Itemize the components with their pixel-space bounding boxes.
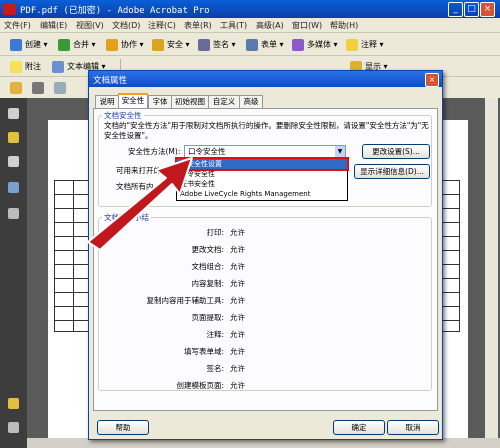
folder-icon [10, 81, 22, 94]
menu-bar: 文件(F) 编辑(E) 视图(V) 文档(D) 注释(C) 表单(R) 工具(T… [0, 18, 500, 33]
tab-initial-view[interactable]: 初始视图 [171, 95, 209, 108]
dialog-title-bar: 文档属性 × [89, 71, 442, 87]
option-livecycle-rights[interactable]: Adobe LiveCycle Rights Management [177, 189, 347, 199]
restriction-value: 允许 [230, 347, 245, 356]
toolbar-tasks: 创建 ▾ 合并 ▾ 协作 ▾ 安全 ▾ 签名 ▾ 表单 ▾ 多媒体 ▾ 注释 ▾ [0, 33, 500, 56]
menu-view[interactable]: 视图(V) [76, 20, 104, 31]
option-certificate-security[interactable]: 证书安全性 [177, 179, 347, 189]
chevron-down-icon: ▼ [335, 146, 345, 157]
combine-icon [58, 38, 70, 51]
open-button[interactable] [10, 80, 25, 95]
acrobat-app-icon [3, 3, 16, 15]
menu-edit[interactable]: 编辑(E) [40, 20, 67, 31]
window-title: PDF.pdf (已加密) - Adobe Acrobat Pro [20, 6, 210, 16]
restriction-label: 注释: [206, 330, 224, 339]
collaborate-icon [106, 38, 118, 51]
restriction-label: 文档组合: [191, 262, 224, 271]
annotation-arrow [87, 157, 193, 250]
print-button[interactable] [32, 80, 47, 95]
document-security-title: 文档安全性 [102, 110, 144, 121]
combine-button[interactable]: 合并 ▾ [58, 37, 96, 52]
restriction-value: 允许 [230, 279, 245, 288]
navigation-pane [0, 98, 27, 448]
attachments-icon[interactable] [8, 422, 19, 433]
create-button[interactable]: 创建 ▾ [10, 37, 48, 52]
form-icon [246, 38, 258, 51]
security-method-dropdown[interactable]: 无安全性设置 口令安全性 证书安全性 Adobe LiveCycle Right… [175, 157, 349, 201]
collaborate-button[interactable]: 协作 ▾ [106, 37, 144, 52]
cancel-button[interactable]: 取消 [387, 420, 439, 435]
menu-comments[interactable]: 注释(C) [148, 20, 176, 31]
sticky-note-icon [10, 60, 22, 73]
option-password-security[interactable]: 口令安全性 [177, 169, 347, 179]
dialog-title: 文档属性 [93, 76, 128, 86]
minimize-button[interactable]: _ [448, 2, 463, 17]
document-properties-dialog: 文档属性 × 说明 安全性 字体 初始视图 自定义 高级 文档安全性 文档的"安… [88, 70, 443, 440]
change-settings-button[interactable]: 更改设置(S)... [362, 144, 430, 159]
tab-description[interactable]: 说明 [95, 95, 119, 108]
menu-advanced[interactable]: 高级(A) [256, 20, 284, 31]
maximize-button[interactable]: □ [464, 2, 479, 17]
tab-custom[interactable]: 自定义 [208, 95, 240, 108]
signatures-icon[interactable] [8, 182, 19, 193]
restriction-value: 允许 [230, 330, 245, 339]
restriction-label: 页面提取: [191, 313, 224, 322]
printer-icon [32, 81, 44, 94]
restriction-label: 签名: [206, 364, 224, 373]
restriction-label: 填写表单域: [183, 347, 224, 356]
text-edit-icon [52, 60, 64, 73]
email-button[interactable] [54, 80, 69, 95]
show-details-button[interactable]: 显示详细信息(D)... [354, 164, 430, 179]
sign-button[interactable]: 签名 ▾ [198, 37, 236, 52]
restriction-label: 内容复制: [191, 279, 224, 288]
tab-fonts[interactable]: 字体 [148, 95, 172, 108]
menu-file[interactable]: 文件(F) [4, 20, 31, 31]
close-window-button[interactable]: × [480, 2, 495, 17]
restriction-value: 允许 [230, 364, 245, 373]
email-icon [54, 81, 66, 94]
forms-button[interactable]: 表单 ▾ [246, 37, 284, 52]
help-button[interactable]: 帮助 [97, 420, 149, 435]
security-description: 文档的"安全性方法"用于限制对文档所执行的操作。要删除安全性限制，请设置"安全性… [104, 121, 429, 140]
multimedia-button[interactable]: 多媒体 ▾ [292, 37, 338, 52]
dialog-close-button[interactable]: × [425, 73, 439, 87]
note-button[interactable]: 附注 [10, 59, 41, 74]
restriction-value: 允许 [230, 245, 245, 254]
pages-icon[interactable] [8, 108, 19, 119]
menu-help[interactable]: 帮助(H) [330, 20, 358, 31]
restriction-label: 复制内容用于辅助工具: [146, 296, 224, 305]
restriction-label: 创建模板页面: [176, 381, 224, 390]
comments-panel-icon[interactable] [8, 398, 19, 409]
restriction-value: 允许 [230, 313, 245, 322]
comment-button[interactable]: 注释 ▾ [346, 37, 384, 52]
menu-window[interactable]: 窗口(W) [292, 20, 322, 31]
pen-icon [198, 38, 210, 51]
lock-panel-icon[interactable] [8, 132, 19, 143]
restriction-value: 允许 [230, 262, 245, 271]
bookmarks-icon[interactable] [8, 156, 19, 167]
lock-icon [152, 38, 164, 51]
create-pdf-icon [10, 38, 22, 51]
restriction-value: 允许 [230, 381, 245, 390]
red-arrow-shape [87, 157, 193, 250]
ok-button[interactable]: 确定 [333, 420, 385, 435]
menu-document[interactable]: 文档(D) [112, 20, 140, 31]
multimedia-icon [292, 38, 304, 51]
menu-forms[interactable]: 表单(R) [184, 20, 212, 31]
menu-tools[interactable]: 工具(T) [220, 20, 247, 31]
secure-button[interactable]: 安全 ▾ [152, 37, 190, 52]
restriction-value: 允许 [230, 296, 245, 305]
comment-icon [346, 38, 358, 51]
restriction-value: 允许 [230, 228, 245, 237]
layers-icon[interactable] [8, 208, 19, 219]
vertical-scrollbar[interactable] [485, 98, 498, 438]
window-title-bar: PDF.pdf (已加密) - Adobe Acrobat Pro _ □ × [0, 0, 500, 18]
option-no-security[interactable]: 无安全性设置 [175, 157, 349, 171]
tab-advanced[interactable]: 高级 [239, 95, 263, 108]
